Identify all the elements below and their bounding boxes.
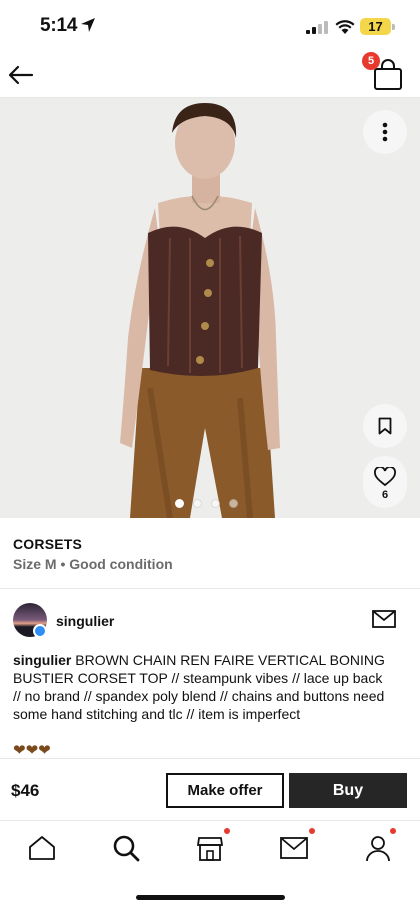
- profile-icon: [366, 836, 390, 862]
- carousel-dot[interactable]: [211, 499, 220, 508]
- verified-badge-icon: [33, 624, 47, 638]
- battery-indicator: 17: [360, 18, 391, 35]
- shop-icon: [196, 837, 224, 861]
- status-time: 5:14: [40, 15, 78, 36]
- divider: [0, 588, 420, 589]
- location-arrow-icon: [81, 18, 95, 32]
- wifi-icon: [335, 20, 355, 34]
- tab-profile[interactable]: [358, 830, 398, 866]
- more-vertical-icon: [382, 122, 388, 142]
- bottom-tab-bar: [0, 822, 420, 880]
- tab-search[interactable]: [106, 830, 146, 866]
- home-icon: [29, 836, 55, 860]
- listing-title: CORSETS: [13, 536, 83, 552]
- search-icon: [113, 835, 140, 862]
- purchase-bar: $46 Make offer Buy: [0, 758, 420, 821]
- shop-notification-dot: [224, 828, 230, 834]
- listing-description: singulier BROWN CHAIN REN FAIRE VERTICAL…: [13, 651, 393, 723]
- product-image-carousel[interactable]: 6: [0, 98, 420, 518]
- description-emoji: ❤❤❤: [13, 742, 51, 759]
- price: $46: [11, 781, 40, 800]
- more-options-button[interactable]: [363, 110, 407, 154]
- back-button[interactable]: [6, 60, 36, 90]
- carousel-dot[interactable]: [175, 499, 184, 508]
- carousel-dot[interactable]: [193, 499, 202, 508]
- mail-icon: [280, 837, 308, 859]
- bag-count-badge: 5: [362, 52, 380, 70]
- seller-name[interactable]: singulier: [56, 613, 114, 629]
- back-arrow-icon: [8, 65, 34, 85]
- tab-shop[interactable]: [190, 830, 230, 866]
- buy-button[interactable]: Buy: [289, 773, 407, 808]
- product-photo: [0, 98, 420, 518]
- bookmark-icon: [378, 417, 392, 435]
- like-count: 6: [381, 489, 389, 501]
- like-button[interactable]: 6: [363, 456, 407, 508]
- status-bar: 5:14 17: [0, 0, 420, 52]
- tab-home[interactable]: [22, 830, 62, 866]
- save-button[interactable]: [363, 404, 407, 448]
- listing-subtitle: Size M • Good condition: [13, 556, 173, 572]
- messages-notification-dot: [309, 828, 315, 834]
- top-nav: 5: [0, 52, 420, 98]
- make-offer-button[interactable]: Make offer: [166, 773, 284, 808]
- profile-notification-dot: [390, 828, 396, 834]
- heart-icon: [374, 467, 396, 487]
- carousel-dot[interactable]: [229, 499, 238, 508]
- message-seller-button[interactable]: [372, 610, 398, 632]
- cellular-signal-icon: [306, 21, 328, 34]
- carousel-indicator: [175, 499, 238, 508]
- home-indicator: [136, 895, 285, 900]
- battery-nub: [392, 24, 395, 30]
- tab-messages[interactable]: [274, 830, 314, 866]
- description-author[interactable]: singulier: [13, 652, 71, 668]
- envelope-icon: [372, 610, 396, 628]
- battery-level: 17: [368, 19, 383, 34]
